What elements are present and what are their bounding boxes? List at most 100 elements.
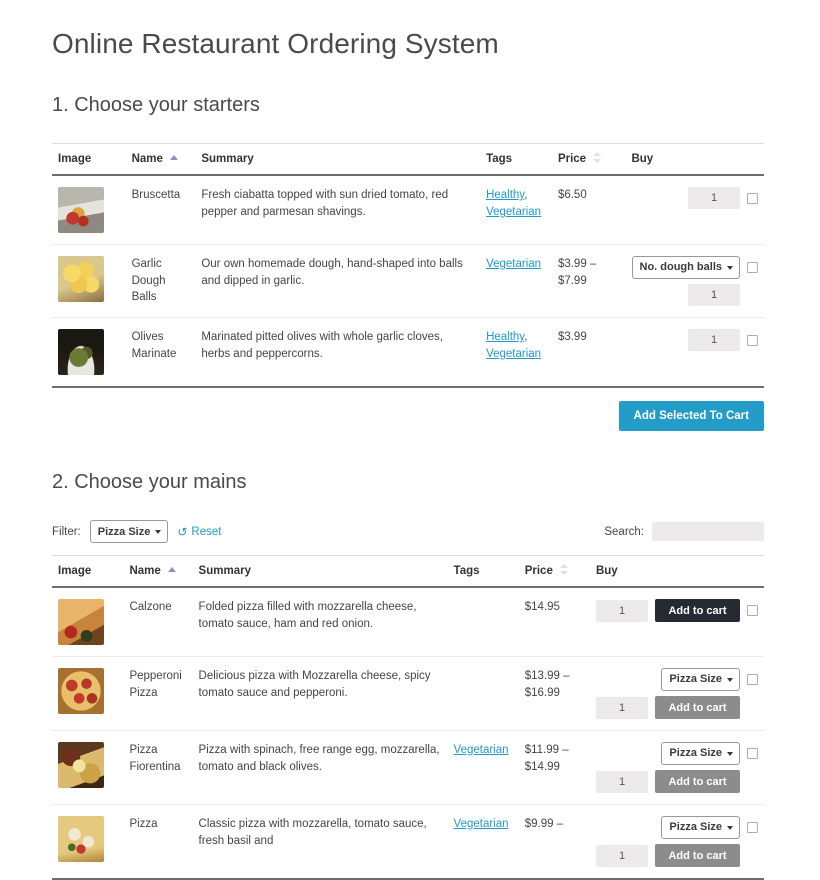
- tag-link[interactable]: Vegetarian: [486, 258, 541, 270]
- add-to-cart-button[interactable]: Add to cart: [655, 770, 740, 793]
- sort-ascending-icon[interactable]: [170, 155, 178, 160]
- column-header-image[interactable]: Image: [52, 144, 126, 176]
- column-header-summary[interactable]: Summary: [195, 144, 480, 176]
- item-image-cell: [52, 657, 123, 731]
- food-thumbnail: [58, 668, 104, 714]
- item-price: $3.99 –$7.99: [552, 245, 626, 318]
- reset-filter-link[interactable]: ↺ Reset: [177, 526, 221, 538]
- option-select[interactable]: No. dough balls: [632, 256, 741, 279]
- item-name: Garlic Dough Balls: [126, 245, 196, 318]
- item-name: Pizza Fiorentina: [123, 731, 192, 805]
- starters-table: Image Name Summary Tags Price Buy Brusce…: [52, 143, 764, 388]
- select-row-checkbox[interactable]: [747, 822, 758, 833]
- table-header-row: Image Name Summary Tags Price Buy: [52, 144, 764, 176]
- option-select[interactable]: Pizza Size: [661, 816, 740, 839]
- table-row: BruscettaFresh ciabatta topped with sun …: [52, 175, 764, 245]
- column-header-price-label: Price: [525, 565, 553, 577]
- quantity-input[interactable]: [688, 284, 740, 306]
- select-row-checkbox[interactable]: [747, 262, 758, 273]
- item-price: $3.99: [552, 318, 626, 388]
- item-buy-controls: Pizza Size Add to cart: [590, 731, 764, 805]
- table-row: Garlic Dough BallsOur own homemade dough…: [52, 245, 764, 318]
- item-tags: Healthy, Vegetarian: [480, 318, 552, 388]
- tag-link[interactable]: Vegetarian: [454, 744, 509, 756]
- pizza-size-filter-select[interactable]: Pizza Size: [90, 520, 169, 543]
- add-selected-to-cart-button[interactable]: Add Selected To Cart: [619, 401, 764, 431]
- item-summary: Our own homemade dough, hand-shaped into…: [195, 245, 480, 318]
- starters-table-body: BruscettaFresh ciabatta topped with sun …: [52, 175, 764, 387]
- sort-unsorted-icon[interactable]: [560, 564, 568, 575]
- quantity-input[interactable]: [596, 845, 648, 867]
- food-thumbnail: [58, 742, 104, 788]
- quantity-input[interactable]: [688, 329, 740, 351]
- column-header-tags[interactable]: Tags: [448, 556, 519, 588]
- column-header-name[interactable]: Name: [123, 556, 192, 588]
- undo-arrow-icon: ↺: [177, 526, 187, 538]
- column-header-buy: Buy: [625, 144, 764, 176]
- starters-section-title: 1. Choose your starters: [52, 94, 768, 117]
- select-row-checkbox[interactable]: [747, 605, 758, 616]
- food-thumbnail: [58, 187, 104, 233]
- column-header-tags[interactable]: Tags: [480, 144, 552, 176]
- item-name: Olives Marinate: [126, 318, 196, 388]
- food-thumbnail: [58, 816, 104, 862]
- item-image-cell: [52, 318, 126, 388]
- item-buy-controls: No. dough balls: [625, 245, 764, 318]
- reset-filter-label: Reset: [191, 526, 221, 538]
- filter-label: Filter:: [52, 526, 81, 538]
- item-price: $14.95: [519, 587, 590, 657]
- item-name: Calzone: [123, 587, 192, 657]
- column-header-image[interactable]: Image: [52, 556, 123, 588]
- item-image-cell: [52, 175, 126, 245]
- add-to-cart-button[interactable]: Add to cart: [655, 696, 740, 719]
- column-header-summary[interactable]: Summary: [193, 556, 448, 588]
- add-to-cart-button[interactable]: Add to cart: [655, 844, 740, 867]
- table-row: Olives MarinateMarinated pitted olives w…: [52, 318, 764, 388]
- select-row-checkbox[interactable]: [747, 748, 758, 759]
- item-price: $13.99 –$16.99: [519, 657, 590, 731]
- quantity-input[interactable]: [596, 697, 648, 719]
- tag-link[interactable]: Healthy: [486, 189, 524, 201]
- column-header-name-label: Name: [132, 153, 163, 165]
- food-thumbnail: [58, 329, 104, 375]
- item-summary: Fresh ciabatta topped with sun dried tom…: [195, 175, 480, 245]
- select-row-checkbox[interactable]: [747, 335, 758, 346]
- option-select[interactable]: Pizza Size: [661, 742, 740, 765]
- search-input[interactable]: [652, 522, 764, 541]
- item-tags: [448, 657, 519, 731]
- item-buy-controls: Pizza Size Add to cart: [590, 805, 764, 880]
- item-tags: Vegetarian: [448, 805, 519, 880]
- mains-controls: Filter: Pizza Size ↺ Reset Search:: [52, 520, 764, 543]
- tag-link[interactable]: Healthy: [486, 331, 524, 343]
- quantity-input[interactable]: [596, 771, 648, 793]
- select-row-checkbox[interactable]: [747, 674, 758, 685]
- table-row: Pizza FiorentinaPizza with spinach, free…: [52, 731, 764, 805]
- quantity-input[interactable]: [688, 187, 740, 209]
- column-header-price[interactable]: Price: [552, 144, 626, 176]
- table-row: Pepperoni PizzaDelicious pizza with Mozz…: [52, 657, 764, 731]
- item-name: Bruscetta: [126, 175, 196, 245]
- add-to-cart-button[interactable]: Add to cart: [655, 599, 740, 622]
- sort-ascending-icon[interactable]: [168, 567, 176, 572]
- column-header-buy: Buy: [590, 556, 764, 588]
- food-thumbnail: [58, 599, 104, 645]
- item-image-cell: [52, 245, 126, 318]
- item-summary: Marinated pitted olives with whole garli…: [195, 318, 480, 388]
- item-buy-controls: [625, 175, 764, 245]
- column-header-name[interactable]: Name: [126, 144, 196, 176]
- item-image-cell: [52, 587, 123, 657]
- item-tags: Healthy, Vegetarian: [480, 175, 552, 245]
- option-select[interactable]: Pizza Size: [661, 668, 740, 691]
- table-row: CalzoneFolded pizza filled with mozzarel…: [52, 587, 764, 657]
- tag-link[interactable]: Vegetarian: [486, 206, 541, 218]
- search-label: Search:: [604, 526, 644, 538]
- sort-unsorted-icon[interactable]: [593, 152, 601, 163]
- select-row-checkbox[interactable]: [747, 193, 758, 204]
- item-image-cell: [52, 805, 123, 880]
- column-header-price[interactable]: Price: [519, 556, 590, 588]
- quantity-input[interactable]: [596, 600, 648, 622]
- item-summary: Classic pizza with mozzarella, tomato sa…: [193, 805, 448, 880]
- tag-link[interactable]: Vegetarian: [454, 818, 509, 830]
- tag-link[interactable]: Vegetarian: [486, 348, 541, 360]
- item-image-cell: [52, 731, 123, 805]
